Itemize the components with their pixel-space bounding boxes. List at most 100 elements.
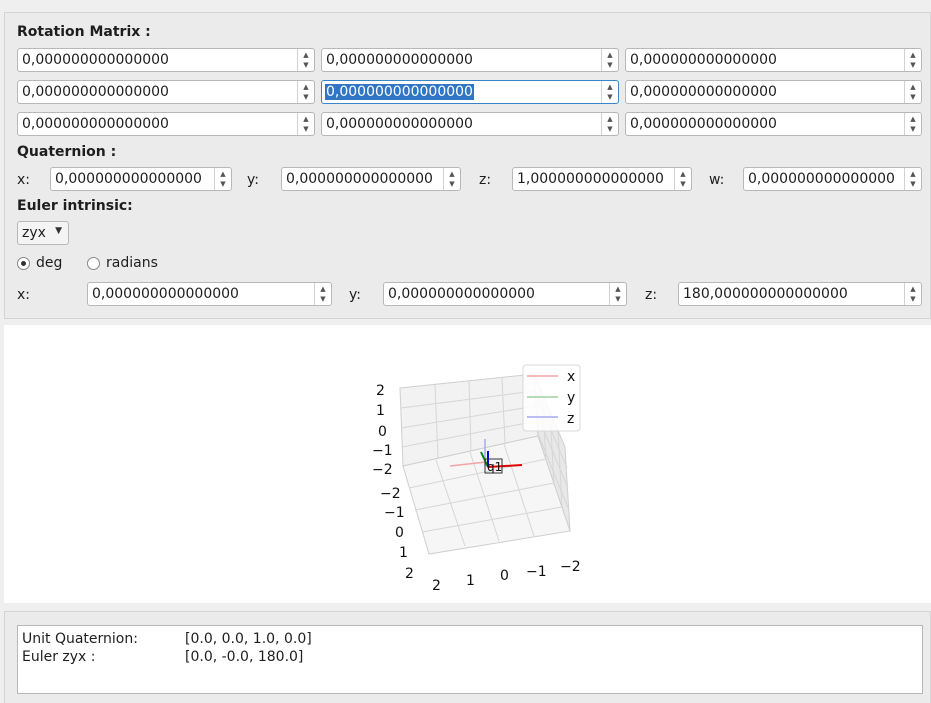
z-tick-label: 0 xyxy=(378,424,387,440)
euler-z-value: 180,000000000000000 xyxy=(683,286,848,302)
quaternion-y-label: y: xyxy=(247,172,259,188)
spin-down-icon[interactable]: ▼ xyxy=(602,125,618,133)
euler-y-value: 0,000000000000000 xyxy=(388,286,535,302)
spin-down-icon[interactable]: ▼ xyxy=(215,180,231,188)
matrix-cell-value: 0,000000000000000 xyxy=(630,84,777,100)
unit-quaternion-label: Unit Quaternion: xyxy=(22,631,138,647)
z-tick-label: −2 xyxy=(372,462,393,478)
rotation-matrix-label: Rotation Matrix : xyxy=(17,24,151,40)
spin-down-icon[interactable]: ▼ xyxy=(905,61,921,69)
spinbox-arrows[interactable]: ▲ ▼ xyxy=(904,49,921,71)
plot-canvas[interactable]: 2 1 0 −1 −2 −2 −1 0 1 2 2 1 0 −1 −2 q1 x… xyxy=(4,325,931,603)
deg-radio[interactable] xyxy=(17,257,30,270)
euler-y-label: y: xyxy=(349,287,361,303)
spinbox-arrows[interactable]: ▲ ▼ xyxy=(904,168,921,190)
spin-up-icon[interactable]: ▲ xyxy=(610,285,626,293)
matrix-cell-0-0[interactable]: 0,000000000000000 ▲ ▼ xyxy=(17,48,315,72)
matrix-cell-2-2[interactable]: 0,000000000000000 ▲ ▼ xyxy=(625,112,922,136)
deg-label[interactable]: deg xyxy=(36,255,62,271)
spin-down-icon[interactable]: ▼ xyxy=(905,295,921,303)
spin-down-icon[interactable]: ▼ xyxy=(602,61,618,69)
spin-down-icon[interactable]: ▼ xyxy=(905,125,921,133)
z-tick-label: 1 xyxy=(376,403,385,419)
spin-up-icon[interactable]: ▲ xyxy=(444,170,460,178)
spin-up-icon[interactable]: ▲ xyxy=(905,115,921,123)
3d-axes-plot[interactable]: 2 1 0 −1 −2 −2 −1 0 1 2 2 1 0 −1 −2 q1 x… xyxy=(4,325,931,603)
radians-label[interactable]: radians xyxy=(106,255,158,271)
spinbox-arrows[interactable]: ▲ ▼ xyxy=(904,283,921,305)
spin-down-icon[interactable]: ▼ xyxy=(675,180,691,188)
spinbox-arrows[interactable]: ▲ ▼ xyxy=(443,168,460,190)
spin-up-icon[interactable]: ▲ xyxy=(675,170,691,178)
spin-down-icon[interactable]: ▼ xyxy=(298,93,314,101)
quaternion-w-spinbox[interactable]: 0,000000000000000 ▲ ▼ xyxy=(743,167,922,191)
spinbox-arrows[interactable]: ▲ ▼ xyxy=(904,113,921,135)
radians-radio[interactable] xyxy=(87,257,100,270)
spin-up-icon[interactable]: ▲ xyxy=(215,170,231,178)
spin-down-icon[interactable]: ▼ xyxy=(610,295,626,303)
quaternion-z-spinbox[interactable]: 1,000000000000000 ▲ ▼ xyxy=(512,167,692,191)
output-text-area[interactable]: Unit Quaternion: [0.0, 0.0, 1.0, 0.0] Eu… xyxy=(17,625,923,694)
matrix-cell-1-1[interactable]: 0,000000000000000 ▲ ▼ xyxy=(321,80,619,104)
spin-down-icon[interactable]: ▼ xyxy=(905,180,921,188)
spinbox-arrows[interactable]: ▲ ▼ xyxy=(601,49,618,71)
euler-output-label: Euler zyx : xyxy=(22,649,96,665)
euler-x-label: x: xyxy=(17,287,31,303)
euler-z-spinbox[interactable]: 180,000000000000000 ▲ ▼ xyxy=(678,282,922,306)
left-axis-tick-label: −1 xyxy=(384,505,405,521)
legend-y-label: y xyxy=(567,390,575,406)
euler-order-dropdown[interactable]: zyx ▼ xyxy=(17,221,69,245)
spin-up-icon[interactable]: ▲ xyxy=(602,83,618,91)
quaternion-y-spinbox[interactable]: 0,000000000000000 ▲ ▼ xyxy=(281,167,461,191)
spin-down-icon[interactable]: ▼ xyxy=(298,61,314,69)
euler-z-label: z: xyxy=(645,287,658,303)
matrix-cell-1-0[interactable]: 0,000000000000000 ▲ ▼ xyxy=(17,80,315,104)
spinbox-arrows[interactable]: ▲ ▼ xyxy=(314,283,331,305)
matrix-cell-value: 0,000000000000000 xyxy=(630,116,777,132)
z-tick-label: −1 xyxy=(372,443,393,459)
euler-x-spinbox[interactable]: 0,000000000000000 ▲ ▼ xyxy=(87,282,332,306)
spin-up-icon[interactable]: ▲ xyxy=(602,115,618,123)
euler-y-spinbox[interactable]: 0,000000000000000 ▲ ▼ xyxy=(383,282,627,306)
spin-up-icon[interactable]: ▲ xyxy=(315,285,331,293)
quaternion-x-spinbox[interactable]: 0,000000000000000 ▲ ▼ xyxy=(50,167,232,191)
spinbox-arrows[interactable]: ▲ ▼ xyxy=(904,81,921,103)
left-axis-tick-label: 1 xyxy=(399,545,408,561)
euler-x-value: 0,000000000000000 xyxy=(92,286,239,302)
spin-up-icon[interactable]: ▲ xyxy=(905,285,921,293)
matrix-cell-0-2[interactable]: 0,000000000000000 ▲ ▼ xyxy=(625,48,922,72)
spin-down-icon[interactable]: ▼ xyxy=(444,180,460,188)
spinbox-arrows[interactable]: ▲ ▼ xyxy=(297,81,314,103)
matrix-cell-2-1[interactable]: 0,000000000000000 ▲ ▼ xyxy=(321,112,619,136)
spin-up-icon[interactable]: ▲ xyxy=(602,51,618,59)
spin-up-icon[interactable]: ▲ xyxy=(905,51,921,59)
unit-quaternion-value: [0.0, 0.0, 1.0, 0.0] xyxy=(185,631,312,647)
spinbox-arrows[interactable]: ▲ ▼ xyxy=(609,283,626,305)
spinbox-arrows[interactable]: ▲ ▼ xyxy=(297,113,314,135)
matrix-cell-value: 0,000000000000000 xyxy=(630,52,777,68)
matrix-cell-1-2[interactable]: 0,000000000000000 ▲ ▼ xyxy=(625,80,922,104)
quaternion-w-value: 0,000000000000000 xyxy=(748,171,895,187)
matrix-cell-value: 0,000000000000000 xyxy=(22,116,169,132)
spinbox-arrows[interactable]: ▲ ▼ xyxy=(214,168,231,190)
spin-down-icon[interactable]: ▼ xyxy=(905,93,921,101)
spin-down-icon[interactable]: ▼ xyxy=(298,125,314,133)
spinbox-arrows[interactable]: ▲ ▼ xyxy=(601,81,618,103)
spinbox-arrows[interactable]: ▲ ▼ xyxy=(601,113,618,135)
output-panel: Unit Quaternion: [0.0, 0.0, 1.0, 0.0] Eu… xyxy=(4,611,931,703)
spin-down-icon[interactable]: ▼ xyxy=(602,93,618,101)
matrix-cell-2-0[interactable]: 0,000000000000000 ▲ ▼ xyxy=(17,112,315,136)
euler-output-value: [0.0, -0.0, 180.0] xyxy=(185,649,304,665)
spin-up-icon[interactable]: ▲ xyxy=(298,83,314,91)
spin-up-icon[interactable]: ▲ xyxy=(905,83,921,91)
spinbox-arrows[interactable]: ▲ ▼ xyxy=(674,168,691,190)
spin-up-icon[interactable]: ▲ xyxy=(298,51,314,59)
quaternion-label: Quaternion : xyxy=(17,144,117,160)
matrix-cell-0-1[interactable]: 0,000000000000000 ▲ ▼ xyxy=(321,48,619,72)
spinbox-arrows[interactable]: ▲ ▼ xyxy=(297,49,314,71)
legend-z-label: z xyxy=(567,411,574,427)
spin-down-icon[interactable]: ▼ xyxy=(315,295,331,303)
spin-up-icon[interactable]: ▲ xyxy=(905,170,921,178)
spin-up-icon[interactable]: ▲ xyxy=(298,115,314,123)
chevron-down-icon: ▼ xyxy=(55,226,62,236)
